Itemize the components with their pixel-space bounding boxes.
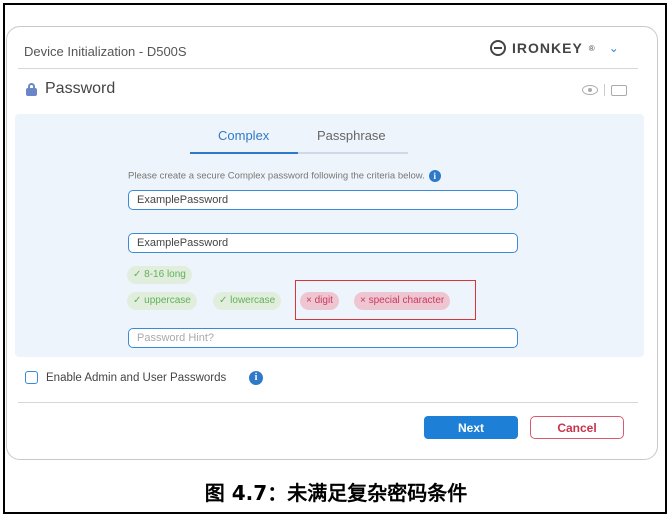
info-icon[interactable]: i	[428, 170, 441, 182]
divider	[18, 68, 638, 69]
admin-passwords-checkbox[interactable]	[25, 371, 38, 384]
brand-logo-area: IRONKEY ® ⌄	[490, 38, 619, 58]
keyboard-icon[interactable]	[611, 84, 627, 96]
next-button[interactable]: Next	[424, 416, 518, 439]
window-title: Device Initialization - D500S	[24, 44, 187, 59]
ironkey-logo-icon	[490, 40, 506, 56]
divider	[604, 84, 605, 96]
admin-passwords-label[interactable]: Enable Admin and User Passwords	[46, 372, 226, 384]
unmet-criteria-highlight	[295, 280, 476, 320]
password-header: Password	[26, 80, 115, 98]
tab-active-indicator	[190, 152, 298, 154]
brand-registered-mark: ®	[588, 43, 595, 53]
brand-name: IRONKEY	[512, 40, 583, 56]
criteria-lowercase: ✓ lowercase	[213, 292, 282, 310]
eye-icon[interactable]	[582, 85, 598, 95]
confirm-password-input[interactable]	[128, 233, 518, 253]
password-hint-input[interactable]	[128, 328, 518, 348]
password-heading: Password	[45, 80, 116, 97]
criteria-uppercase: ✓ uppercase	[127, 292, 197, 310]
instructions: Please create a secure Complex password …	[128, 170, 441, 182]
cancel-button[interactable]: Cancel	[530, 416, 624, 439]
info-icon[interactable]: i	[249, 371, 263, 385]
criteria-length: ✓ 8-16 long	[127, 266, 192, 284]
password-input[interactable]	[128, 190, 518, 210]
tab-complex[interactable]: Complex	[218, 128, 269, 143]
tab-passphrase[interactable]: Passphrase	[317, 128, 386, 143]
chevron-down-icon[interactable]: ⌄	[609, 41, 619, 55]
password-tools	[582, 84, 627, 96]
figure-caption: 图 4.7：未满足复杂密码条件	[204, 481, 468, 505]
lock-icon	[26, 82, 37, 96]
divider	[18, 402, 638, 403]
instructions-text: Please create a secure Complex password …	[128, 170, 425, 182]
